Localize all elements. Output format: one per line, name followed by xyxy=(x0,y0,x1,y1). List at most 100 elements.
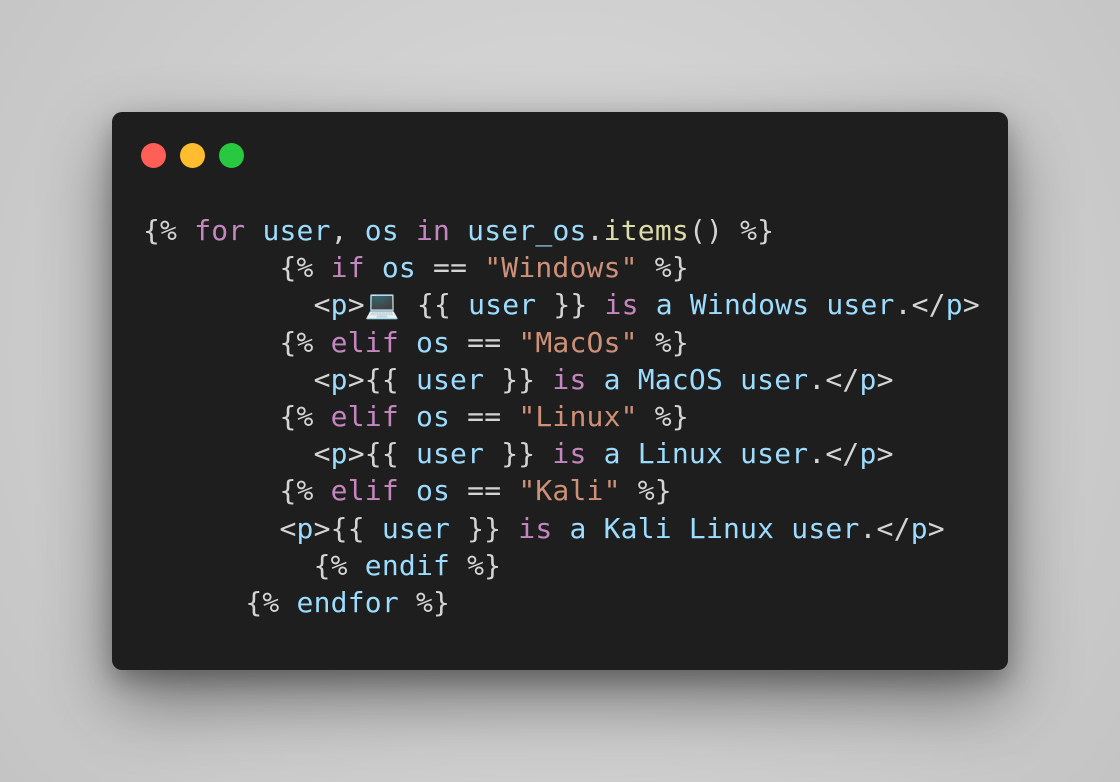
code-token-punc: %} xyxy=(637,399,689,433)
code-token-text: a xyxy=(603,437,621,471)
close-window-button[interactable] xyxy=(141,142,166,168)
code-token-punc: {{ xyxy=(399,288,469,322)
code-token-var: user xyxy=(262,214,331,247)
code-token-punc xyxy=(672,512,689,545)
code-token-punc: == xyxy=(450,474,519,508)
code-token-text: user xyxy=(740,437,809,471)
code-token-punc xyxy=(587,512,604,545)
code-token-punc xyxy=(314,400,331,433)
code-token-text: Windows xyxy=(689,288,810,322)
code-token-punc: < xyxy=(313,437,331,471)
code-token-tag: p xyxy=(859,362,877,396)
code-line: <p>{{ user }} is a Linux user.</p> xyxy=(143,435,980,472)
code-token-punc: . xyxy=(586,214,604,247)
code-token-punc xyxy=(365,251,382,284)
code-token-punc: {% xyxy=(279,399,314,433)
code-line: {% if os == "Windows" %} xyxy=(143,249,980,286)
code-token-punc: , xyxy=(330,214,365,247)
code-token-punc xyxy=(314,251,331,284)
code-token-kw: in xyxy=(415,214,451,247)
code-token-punc xyxy=(774,512,791,545)
code-token-tag: p xyxy=(296,511,314,545)
code-token-punc: }} xyxy=(450,511,519,545)
code-token-kw: is xyxy=(518,511,553,545)
page-background: {% for user, os in user_os.items() %} {%… xyxy=(0,0,1120,782)
code-token-punc: >{{ xyxy=(347,362,416,396)
code-token-punc xyxy=(399,474,416,507)
code-token-var: os xyxy=(415,399,451,433)
code-line: {% endfor %} xyxy=(143,584,980,621)
code-token-tag: p xyxy=(945,288,963,322)
code-token-tag: p xyxy=(910,511,928,545)
code-token-punc: > xyxy=(927,511,945,545)
code-token-punc xyxy=(587,437,604,470)
code-token-var: user xyxy=(415,437,485,471)
code-token-str: "Windows" xyxy=(484,251,638,285)
maximize-window-button[interactable] xyxy=(219,142,244,168)
code-token-punc xyxy=(279,586,296,619)
code-token-text: Linux xyxy=(637,437,724,471)
code-token-var: endif xyxy=(364,548,451,582)
code-line: <p>{{ user }} is a Kali Linux user.</p> xyxy=(143,510,980,547)
code-token-punc xyxy=(673,288,690,321)
code-token-var: os xyxy=(415,474,451,508)
code-token-text: a xyxy=(603,362,621,396)
code-token-punc xyxy=(621,363,638,396)
code-token-var: user_os xyxy=(467,214,587,247)
code-token-punc: == xyxy=(450,325,519,359)
code-token-punc: .</ xyxy=(808,437,860,471)
code-token-var: os xyxy=(364,214,399,247)
code-token-kw: elif xyxy=(330,325,399,359)
code-token-punc: < xyxy=(279,511,297,545)
code-token-text: a xyxy=(569,511,587,545)
code-token-tag: p xyxy=(859,437,877,471)
code-token-var: user xyxy=(381,511,451,545)
code-token-punc: >{{ xyxy=(347,437,416,471)
window-controls xyxy=(141,142,244,168)
code-token-punc: }} xyxy=(536,288,605,322)
code-token-text: user xyxy=(740,362,809,396)
code-line: <p>{{ user }} is a MacOS user.</p> xyxy=(143,361,980,398)
code-token-punc: %} xyxy=(620,474,672,508)
code-token-punc: == xyxy=(450,399,519,433)
code-line: <p>💻 {{ user }} is a Windows user.</p> xyxy=(143,286,980,323)
code-token-text: user xyxy=(826,288,895,322)
code-token-punc xyxy=(809,288,826,321)
code-token-kw: is xyxy=(604,288,639,322)
code-token-punc xyxy=(348,549,365,582)
code-line: {% for user, os in user_os.items() %} xyxy=(143,212,980,249)
code-token-punc: %} xyxy=(637,325,689,359)
minimize-window-button[interactable] xyxy=(180,142,205,168)
code-token-punc: .</ xyxy=(859,511,911,545)
code-token-punc xyxy=(245,214,262,247)
code-block: {% for user, os in user_os.items() %} {%… xyxy=(143,212,980,621)
code-token-punc: > xyxy=(347,288,365,322)
code-token-text: user xyxy=(791,511,860,545)
code-token-punc: > xyxy=(962,288,980,322)
code-token-punc: > xyxy=(876,362,894,396)
code-token-punc xyxy=(399,214,416,247)
code-token-punc: < xyxy=(313,288,331,322)
code-token-punc: () %} xyxy=(688,214,775,247)
code-token-punc xyxy=(399,326,416,359)
code-token-punc: .</ xyxy=(808,362,860,396)
code-token-str: "Linux" xyxy=(518,399,638,433)
code-line: {% elif os == "MacOs" %} xyxy=(143,324,980,361)
code-token-text: MacOS xyxy=(637,362,724,396)
code-token-kw: is xyxy=(552,362,587,396)
code-token-punc: {% xyxy=(313,548,348,582)
code-token-tag: p xyxy=(330,362,348,396)
code-token-punc xyxy=(177,214,194,247)
code-token-kw: elif xyxy=(330,399,399,433)
code-token-punc: {% xyxy=(279,251,314,285)
code-window: {% for user, os in user_os.items() %} {%… xyxy=(112,112,1008,670)
code-token-str: "Kali" xyxy=(518,474,621,508)
code-token-punc xyxy=(723,363,740,396)
code-token-punc: .</ xyxy=(894,288,946,322)
code-token-punc xyxy=(399,400,416,433)
